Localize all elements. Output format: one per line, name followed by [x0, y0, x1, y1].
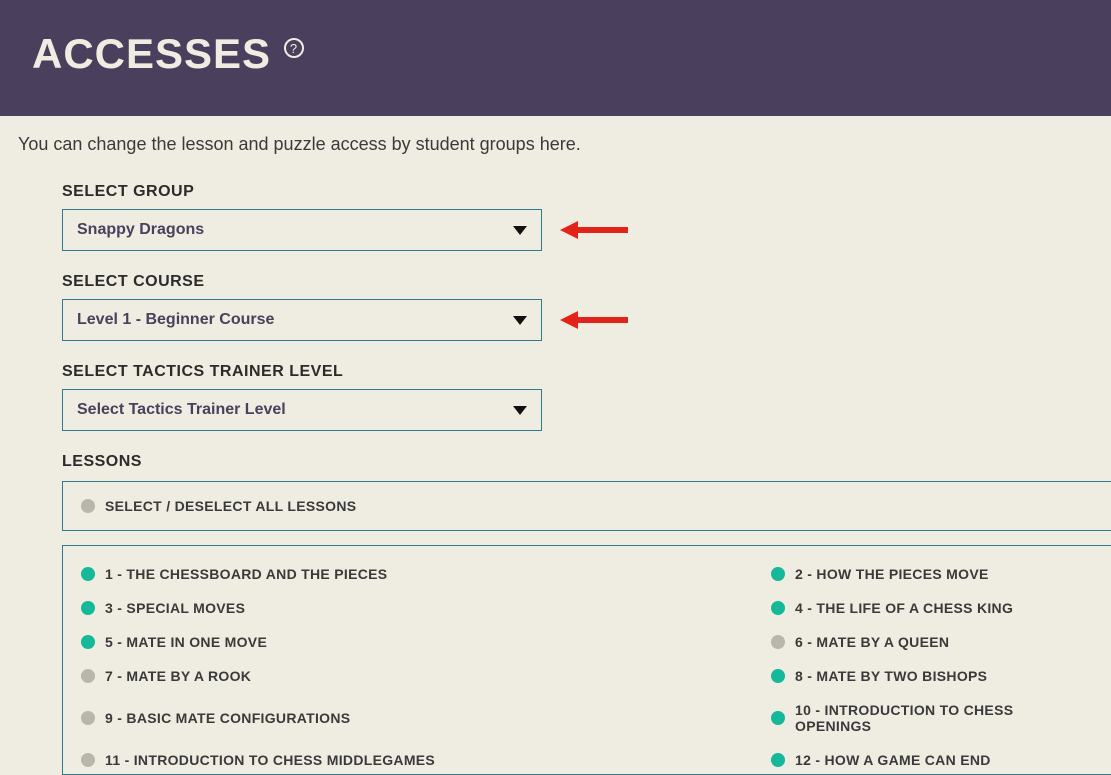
- toggle-dot-icon: [771, 635, 785, 649]
- lessons-heading: LESSONS: [62, 453, 1111, 471]
- lesson-item[interactable]: 7 - MATE BY A ROOK: [81, 668, 771, 684]
- toggle-dot-icon: [81, 601, 95, 615]
- lesson-item[interactable]: 2 - HOW THE PIECES MOVE: [771, 566, 1093, 582]
- select-all-panel: SELECT / DESELECT ALL LESSONS: [62, 481, 1111, 531]
- help-icon[interactable]: ?: [284, 38, 304, 58]
- toggle-dot-icon: [81, 753, 95, 767]
- lessons-panel: 1 - THE CHESSBOARD AND THE PIECES 2 - HOW…: [62, 545, 1111, 775]
- lesson-label: 9 - BASIC MATE CONFIGURATIONS: [105, 710, 350, 726]
- annotation-arrow-icon: [560, 309, 630, 331]
- lesson-item[interactable]: 11 - INTRODUCTION TO CHESS MIDDLEGAMES: [81, 752, 771, 768]
- select-all-label: SELECT / DESELECT ALL LESSONS: [105, 498, 356, 514]
- select-group-value: Snappy Dragons: [77, 221, 204, 239]
- lesson-label: 10 - INTRODUCTION TO CHESS OPENINGS: [795, 702, 1093, 734]
- select-course-block: SELECT COURSE Level 1 - Beginner Course: [62, 273, 1111, 341]
- toggle-dot-icon: [81, 669, 95, 683]
- select-tactics-block: SELECT TACTICS TRAINER LEVEL Select Tact…: [62, 363, 1111, 431]
- select-tactics-value: Select Tactics Trainer Level: [77, 401, 286, 419]
- select-group-dropdown[interactable]: Snappy Dragons: [62, 209, 542, 251]
- toggle-dot-icon: [81, 635, 95, 649]
- toggle-dot-icon: [771, 601, 785, 615]
- caret-down-icon: [513, 226, 527, 235]
- select-group-block: SELECT GROUP Snappy Dragons: [62, 183, 1111, 251]
- toggle-dot-icon: [771, 753, 785, 767]
- intro-text: You can change the lesson and puzzle acc…: [0, 116, 1111, 165]
- toggle-dot-icon: [771, 567, 785, 581]
- content-area: SELECT GROUP Snappy Dragons SELECT COURS…: [0, 165, 1111, 775]
- toggle-dot-icon: [81, 499, 95, 513]
- lesson-item[interactable]: 5 - MATE IN ONE MOVE: [81, 634, 771, 650]
- lessons-grid: 1 - THE CHESSBOARD AND THE PIECES 2 - HOW…: [81, 566, 1093, 768]
- select-tactics-dropdown[interactable]: Select Tactics Trainer Level: [62, 389, 542, 431]
- toggle-dot-icon: [771, 669, 785, 683]
- select-course-label: SELECT COURSE: [62, 273, 1111, 291]
- lesson-item[interactable]: 6 - MATE BY A QUEEN: [771, 634, 1093, 650]
- page-header: ACCESSES ?: [0, 0, 1111, 116]
- annotation-arrow-icon: [560, 219, 630, 241]
- toggle-dot-icon: [81, 567, 95, 581]
- lesson-label: 1 - THE CHESSBOARD AND THE PIECES: [105, 566, 387, 582]
- lesson-item[interactable]: 10 - INTRODUCTION TO CHESS OPENINGS: [771, 702, 1093, 734]
- lesson-label: 7 - MATE BY A ROOK: [105, 668, 251, 684]
- lesson-item[interactable]: 1 - THE CHESSBOARD AND THE PIECES: [81, 566, 771, 582]
- lesson-label: 3 - SPECIAL MOVES: [105, 600, 245, 616]
- lesson-label: 8 - MATE BY TWO BISHOPS: [795, 668, 987, 684]
- lesson-label: 6 - MATE BY A QUEEN: [795, 634, 949, 650]
- select-group-label: SELECT GROUP: [62, 183, 1111, 201]
- toggle-dot-icon: [771, 711, 785, 725]
- page-title: ACCESSES: [32, 30, 271, 78]
- lesson-label: 4 - THE LIFE OF A CHESS KING: [795, 600, 1013, 616]
- lesson-item[interactable]: 4 - THE LIFE OF A CHESS KING: [771, 600, 1093, 616]
- lesson-label: 2 - HOW THE PIECES MOVE: [795, 566, 989, 582]
- lesson-item[interactable]: 8 - MATE BY TWO BISHOPS: [771, 668, 1093, 684]
- lesson-label: 11 - INTRODUCTION TO CHESS MIDDLEGAMES: [105, 752, 435, 768]
- toggle-dot-icon: [81, 711, 95, 725]
- lesson-label: 5 - MATE IN ONE MOVE: [105, 634, 267, 650]
- lesson-label: 12 - HOW A GAME CAN END: [795, 752, 991, 768]
- select-all-toggle[interactable]: SELECT / DESELECT ALL LESSONS: [81, 496, 1093, 516]
- select-course-value: Level 1 - Beginner Course: [77, 311, 274, 329]
- lesson-item[interactable]: 9 - BASIC MATE CONFIGURATIONS: [81, 702, 771, 734]
- lesson-item[interactable]: 3 - SPECIAL MOVES: [81, 600, 771, 616]
- caret-down-icon: [513, 406, 527, 415]
- caret-down-icon: [513, 316, 527, 325]
- select-tactics-label: SELECT TACTICS TRAINER LEVEL: [62, 363, 1111, 381]
- select-course-dropdown[interactable]: Level 1 - Beginner Course: [62, 299, 542, 341]
- lesson-item[interactable]: 12 - HOW A GAME CAN END: [771, 752, 1093, 768]
